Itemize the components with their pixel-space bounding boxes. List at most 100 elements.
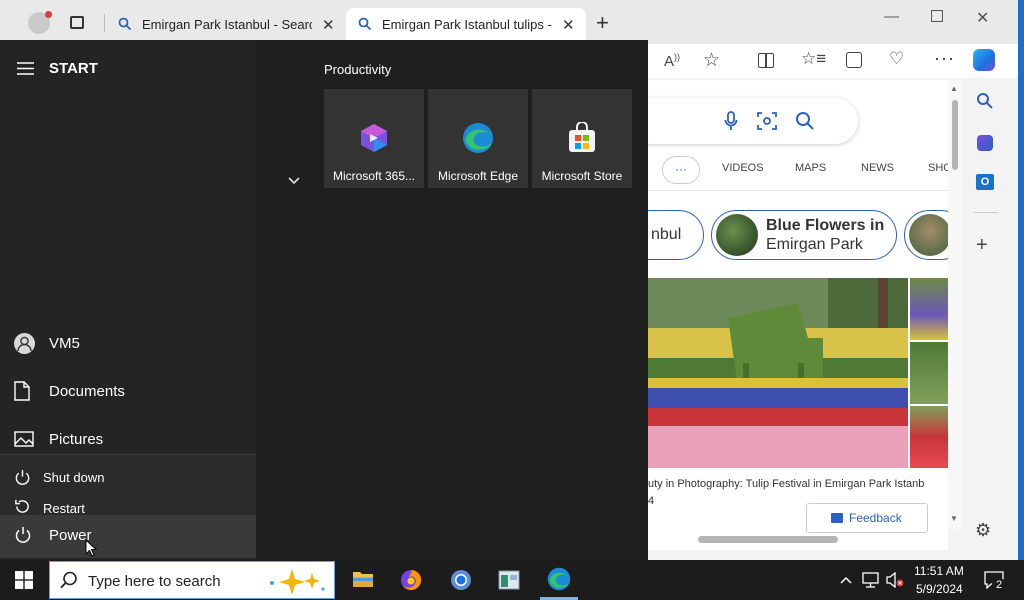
browser-essentials-icon[interactable]: ♡: [889, 49, 904, 69]
shut-down-option[interactable]: Shut down: [0, 457, 256, 497]
network-icon[interactable]: [862, 572, 880, 588]
feedback-button[interactable]: Feedback: [806, 503, 928, 533]
close-tab-icon[interactable]: ✕: [322, 16, 335, 34]
tab-tulips[interactable]: Emirgan Park Istanbul tulips - Se ✕: [346, 8, 586, 42]
outlook-icon[interactable]: O: [976, 174, 994, 190]
chrome-icon[interactable]: [450, 569, 472, 591]
chip-thumbnail: [909, 214, 948, 256]
volume-muted-icon[interactable]: [886, 572, 904, 588]
restart-option[interactable]: Restart: [0, 495, 256, 515]
collections-icon[interactable]: [846, 52, 862, 68]
more-options-icon[interactable]: ···: [934, 48, 955, 69]
power-icon: [14, 469, 31, 486]
tile-microsoft-365[interactable]: Microsoft 365...: [324, 89, 424, 188]
tab-actions-icon[interactable]: [70, 16, 84, 29]
windows-start-icon[interactable]: [15, 571, 33, 589]
power-button[interactable]: Power: [0, 514, 256, 558]
mouse-cursor-icon: [85, 539, 97, 557]
search-icon: [358, 17, 372, 31]
tab-title: Emirgan Park Istanbul tulips - Se: [382, 17, 554, 32]
power-flyout: Shut down Restart: [0, 454, 256, 515]
notification-count-badge: 2: [992, 578, 1006, 592]
search-tab-maps[interactable]: MAPS: [795, 162, 826, 174]
microphone-icon[interactable]: [724, 111, 738, 131]
search-tab-shopping[interactable]: SHO: [928, 162, 948, 174]
user-account[interactable]: VM5: [0, 322, 256, 366]
close-tab-icon[interactable]: ✕: [562, 16, 575, 34]
divider: [974, 212, 998, 213]
related-search-chip[interactable]: nbul: [648, 210, 704, 260]
chip-label: Emirgan Park: [766, 236, 863, 253]
start-item-label: Pictures: [49, 431, 104, 448]
search-box[interactable]: [648, 98, 858, 144]
clock-time[interactable]: 11:51 AM: [914, 564, 964, 578]
picture-icon: [14, 431, 34, 447]
related-search-chip[interactable]: Blue Flowers in Emirgan Park: [711, 210, 897, 260]
copilot-icon[interactable]: [977, 135, 993, 151]
tulip-thumbnail[interactable]: [910, 342, 948, 404]
profile-avatar-icon[interactable]: [28, 11, 52, 34]
start-item-documents[interactable]: Documents: [0, 370, 256, 414]
chip-label: Blue Flowers in: [766, 217, 885, 234]
file-explorer-icon[interactable]: [352, 569, 374, 589]
new-tab-icon[interactable]: +: [596, 10, 609, 36]
restart-label: Restart: [43, 501, 85, 515]
search-tab-news[interactable]: NEWS: [861, 162, 894, 174]
read-aloud-icon[interactable]: A)): [664, 52, 680, 70]
add-icon[interactable]: +: [976, 234, 988, 257]
minimize-icon[interactable]: —: [884, 8, 899, 25]
horizontal-scrollbar[interactable]: [698, 536, 838, 543]
split-screen-icon[interactable]: [758, 53, 774, 68]
taskbar-search-box[interactable]: Type here to search: [49, 561, 335, 599]
vertical-scrollbar[interactable]: ▲ ▼: [948, 80, 962, 530]
chip-thumbnail: [716, 214, 758, 256]
more-tabs-button[interactable]: ···: [662, 156, 700, 184]
firefox-icon[interactable]: [400, 569, 422, 591]
microsoft-edge-icon[interactable]: [547, 567, 571, 591]
feedback-icon: [831, 513, 843, 523]
tab-title: Emirgan Park Istanbul - Search: [142, 17, 312, 32]
maximize-icon[interactable]: [931, 10, 943, 22]
tulip-thumbnail[interactable]: [910, 278, 948, 340]
search-results-page: ··· VIDEOS MAPS NEWS SHO nbul Blue Flowe…: [648, 80, 948, 550]
clock-date[interactable]: 5/9/2024: [916, 582, 963, 596]
search-placeholder: Type here to search: [88, 573, 221, 590]
power-icon: [14, 526, 32, 544]
search-icon[interactable]: [795, 111, 815, 131]
chip-label: nbul: [651, 226, 682, 243]
chevron-down-icon[interactable]: [288, 177, 300, 185]
tile-label: Microsoft Store: [541, 169, 623, 183]
search-icon[interactable]: [976, 92, 994, 110]
tab-separator: [104, 14, 105, 32]
search-tab-videos[interactable]: VIDEOS: [722, 162, 764, 174]
visual-search-icon[interactable]: [757, 112, 777, 130]
tulip-garden-image[interactable]: [648, 278, 908, 468]
search-highlight-icon: [266, 567, 328, 595]
favorite-star-icon[interactable]: ☆: [703, 49, 720, 72]
tile-label: Microsoft Edge: [437, 169, 519, 183]
microsoft-365-icon: [358, 122, 390, 154]
group-title: Productivity: [324, 62, 392, 77]
copilot-icon[interactable]: [973, 49, 995, 71]
settings-gear-icon[interactable]: ⚙: [975, 520, 991, 541]
tulip-thumbnail[interactable]: [910, 406, 948, 468]
divider: [648, 190, 948, 191]
search-icon: [60, 571, 78, 589]
chevron-up-icon[interactable]: [840, 576, 852, 584]
start-title: START: [49, 60, 98, 77]
user-avatar-icon: [14, 333, 35, 354]
app-window-icon[interactable]: [498, 570, 520, 590]
tab-search[interactable]: Emirgan Park Istanbul - Search ✕: [106, 8, 346, 42]
user-name: VM5: [49, 335, 80, 352]
favorites-icon[interactable]: ☆≡: [801, 49, 826, 69]
hamburger-menu-icon[interactable]: [17, 62, 34, 75]
tile-microsoft-store[interactable]: Microsoft Store: [532, 89, 632, 188]
search-icon: [118, 17, 132, 31]
related-search-chip[interactable]: [904, 210, 948, 260]
image-caption[interactable]: uty in Photography: Tulip Festival in Em…: [648, 478, 924, 490]
tab-bar: Emirgan Park Istanbul - Search ✕ Emirgan…: [0, 0, 1018, 44]
feedback-label: Feedback: [849, 511, 902, 525]
tile-microsoft-edge[interactable]: Microsoft Edge: [428, 89, 528, 188]
close-window-icon[interactable]: ✕: [976, 8, 989, 28]
microsoft-store-icon: [566, 122, 598, 154]
